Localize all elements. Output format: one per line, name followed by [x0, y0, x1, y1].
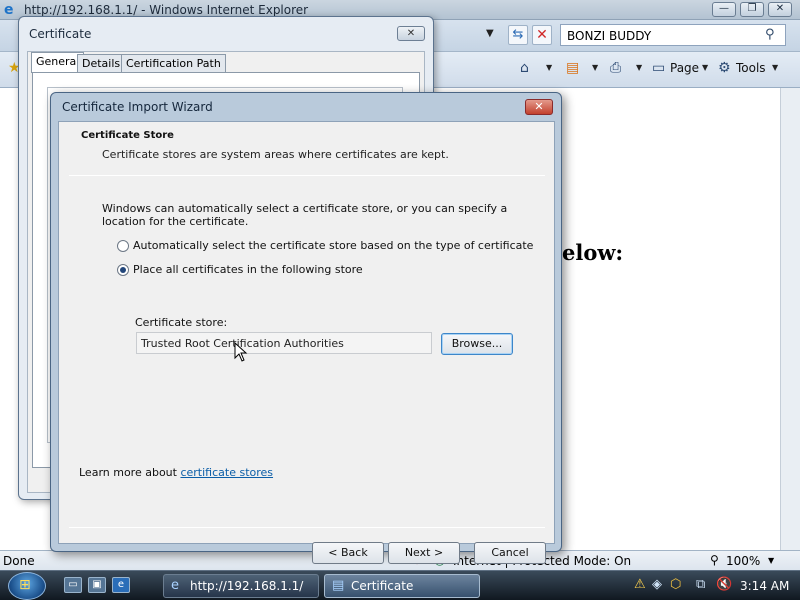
- certificate-dialog-title: Certificate: [29, 27, 92, 41]
- page-heading: elow:: [562, 240, 624, 265]
- close-window-button[interactable]: ✕: [768, 2, 792, 17]
- radio-auto-label: Automatically select the certificate sto…: [133, 239, 534, 252]
- zoom-level[interactable]: 100%: [726, 554, 760, 568]
- back-button[interactable]: < Back: [312, 542, 384, 564]
- page-icon[interactable]: ▭: [652, 60, 665, 76]
- header-divider: [69, 175, 545, 176]
- browse-button[interactable]: Browse...: [441, 333, 513, 355]
- cancel-button[interactable]: Cancel: [474, 542, 546, 564]
- print-icon[interactable]: ⎙: [610, 60, 621, 76]
- ie-quicklaunch-icon[interactable]: e: [112, 577, 130, 593]
- feeds-icon[interactable]: ▤: [566, 60, 579, 76]
- home-icon[interactable]: ⌂: [520, 60, 529, 76]
- radio-place-in-store[interactable]: Place all certificates in the following …: [117, 263, 367, 278]
- certificate-task-icon: ▤: [332, 578, 345, 593]
- certificate-store-label: Certificate store:: [135, 316, 228, 329]
- volume-muted-icon[interactable]: 🔇: [716, 577, 732, 592]
- wizard-client-area: Certificate Store Certificate stores are…: [58, 121, 555, 564]
- tab-certification-path[interactable]: Certification Path: [121, 54, 226, 72]
- tools-menu-button[interactable]: Tools: [736, 61, 766, 75]
- start-button[interactable]: ⊞: [8, 572, 46, 600]
- network-icon[interactable]: ⧉: [696, 577, 705, 592]
- page-menu-button[interactable]: Page: [670, 61, 699, 75]
- maximize-button[interactable]: ❐: [740, 2, 764, 17]
- zoom-icon[interactable]: ⚲: [710, 553, 719, 567]
- clock[interactable]: 3:14 AM: [740, 579, 789, 593]
- print-dropdown-icon[interactable]: ▼: [636, 63, 642, 72]
- status-text: Done: [3, 554, 35, 568]
- tray-app-icon[interactable]: ◈: [652, 577, 662, 592]
- taskbar-item-label: Certificate: [351, 579, 414, 593]
- ie-task-icon: e: [171, 578, 179, 593]
- radio-place-label: Place all certificates in the following …: [133, 263, 363, 276]
- footer-divider: [69, 527, 545, 528]
- radio-place-button[interactable]: [117, 264, 129, 276]
- tab-details[interactable]: Details: [77, 54, 126, 72]
- search-input-value: BONZI BUDDY: [567, 29, 652, 43]
- minimize-button[interactable]: —: [712, 2, 736, 17]
- ie-logo-icon: e: [4, 2, 14, 18]
- zoom-dropdown-icon[interactable]: ▼: [768, 556, 774, 565]
- next-button[interactable]: Next >: [388, 542, 460, 564]
- certificate-import-wizard: Certificate Import Wizard ✕ Certificate …: [50, 92, 562, 564]
- refresh-icon[interactable]: ⇆: [508, 25, 528, 45]
- stop-icon[interactable]: ✕: [532, 25, 552, 45]
- page-scrollbar[interactable]: [780, 88, 800, 550]
- ie-window-title: http://192.168.1.1/ - Windows Internet E…: [24, 3, 309, 17]
- show-desktop-icon[interactable]: ▭: [64, 577, 82, 593]
- tray-update-icon[interactable]: ⬡: [670, 577, 681, 592]
- certificate-store-field: Trusted Root Certification Authorities: [136, 332, 432, 354]
- switch-windows-icon[interactable]: ▣: [88, 577, 106, 593]
- wizard-close-button[interactable]: ✕: [525, 99, 553, 115]
- search-input[interactable]: BONZI BUDDY ⚲: [560, 24, 786, 46]
- taskbar-item-label: http://192.168.1.1/ -...: [190, 579, 304, 593]
- wizard-intro-text: Windows can automatically select a certi…: [102, 202, 508, 228]
- wizard-step-description: Certificate stores are system areas wher…: [102, 148, 449, 161]
- home-dropdown-icon[interactable]: ▼: [546, 63, 552, 72]
- learn-more-text: Learn more about certificate stores: [79, 466, 273, 479]
- taskbar-item-certificate[interactable]: ▤ Certificate: [324, 574, 480, 598]
- tools-dropdown-icon[interactable]: ▼: [772, 63, 778, 72]
- certificate-close-button[interactable]: ✕: [397, 26, 425, 41]
- wizard-title: Certificate Import Wizard: [62, 100, 213, 114]
- radio-auto-button[interactable]: [117, 240, 129, 252]
- taskbar: ⊞ ▭ ▣ e e http://192.168.1.1/ -... ▤ Cer…: [0, 570, 800, 600]
- address-dropdown-icon[interactable]: ▼: [486, 28, 494, 39]
- tools-gear-icon[interactable]: ⚙: [718, 60, 731, 76]
- radio-auto-select[interactable]: Automatically select the certificate sto…: [117, 239, 533, 254]
- windows-logo-icon: ⊞: [19, 577, 31, 593]
- taskbar-item-ie[interactable]: e http://192.168.1.1/ -...: [163, 574, 319, 598]
- page-dropdown-icon[interactable]: ▼: [702, 63, 708, 72]
- learn-more-prefix: Learn more about: [79, 466, 181, 479]
- security-warning-icon[interactable]: ⚠: [634, 577, 646, 592]
- feeds-dropdown-icon[interactable]: ▼: [592, 63, 598, 72]
- wizard-step-title: Certificate Store: [81, 130, 174, 141]
- search-icon[interactable]: ⚲: [765, 27, 775, 42]
- certificate-stores-link[interactable]: certificate stores: [180, 466, 273, 479]
